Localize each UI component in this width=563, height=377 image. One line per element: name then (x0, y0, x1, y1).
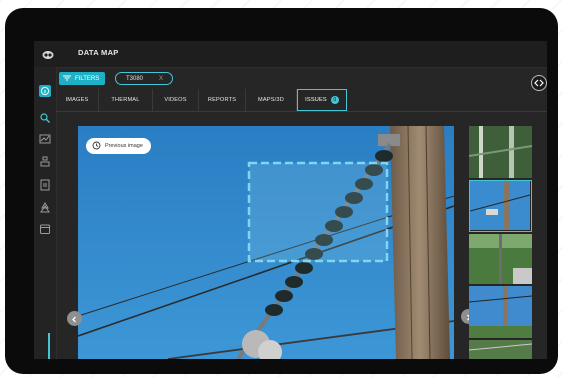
tab-label: THERMAL (111, 97, 140, 103)
calendar-icon[interactable] (39, 223, 51, 235)
structure-icon[interactable] (39, 156, 51, 168)
tab-label: ISSUES (305, 97, 327, 103)
thumbnail[interactable] (469, 286, 532, 338)
thumbnail-strip (469, 126, 532, 359)
chevron-left-icon (71, 310, 78, 328)
filters-button[interactable]: FILTERS (59, 72, 105, 85)
info-icon[interactable] (39, 85, 51, 97)
filter-icon (63, 75, 71, 83)
tab-issues[interactable]: ISSUES 0 (297, 89, 347, 111)
previous-image-label: Previous image (105, 143, 143, 149)
thumbnail[interactable] (469, 340, 532, 359)
tab-thermal[interactable]: THERMAL (99, 89, 153, 111)
thumbnail-selected[interactable] (469, 180, 532, 232)
chip-remove-icon[interactable]: X (159, 76, 163, 82)
chart-icon[interactable] (39, 133, 51, 145)
tab-label: MAPS/3D (258, 97, 284, 103)
tab-reports[interactable]: REPORTS (199, 89, 246, 111)
filter-chip[interactable]: T3080 X (115, 72, 173, 85)
history-icon (92, 141, 101, 152)
filter-chip-label: T3080 (126, 75, 144, 82)
tablet-frame: DATA MAP FILTERS T3080 X IMAGES THERMAL … (5, 8, 558, 374)
issues-count-badge: 0 (330, 96, 339, 104)
app-screen: DATA MAP FILTERS T3080 X IMAGES THERMAL … (34, 41, 547, 359)
previous-image-button[interactable]: Previous image (86, 138, 151, 154)
tab-label: IMAGES (65, 97, 89, 103)
filters-button-label: FILTERS (75, 75, 100, 82)
document-icon[interactable] (39, 179, 51, 191)
tab-maps-3d[interactable]: MAPS/3D (246, 89, 297, 111)
tab-images[interactable]: IMAGES (56, 89, 99, 111)
thumbnail[interactable] (469, 126, 532, 178)
vegetation-icon[interactable] (39, 202, 51, 214)
tab-label: VIDEOS (164, 97, 187, 103)
left-rail (34, 67, 57, 359)
top-bar: DATA MAP (34, 41, 547, 68)
app-logo-icon (42, 48, 54, 60)
inspection-photo[interactable] (78, 126, 454, 359)
app-title: DATA MAP (78, 48, 119, 57)
tab-videos[interactable]: VIDEOS (153, 89, 199, 111)
prev-arrow-button[interactable] (67, 311, 82, 326)
tab-label: REPORTS (207, 97, 237, 103)
tab-bar: IMAGES THERMAL VIDEOS REPORTS MAPS/3D IS… (56, 89, 547, 112)
search-issue-icon[interactable] (39, 112, 51, 124)
thumbnail[interactable] (469, 234, 532, 284)
rail-scroll-indicator (48, 333, 50, 359)
